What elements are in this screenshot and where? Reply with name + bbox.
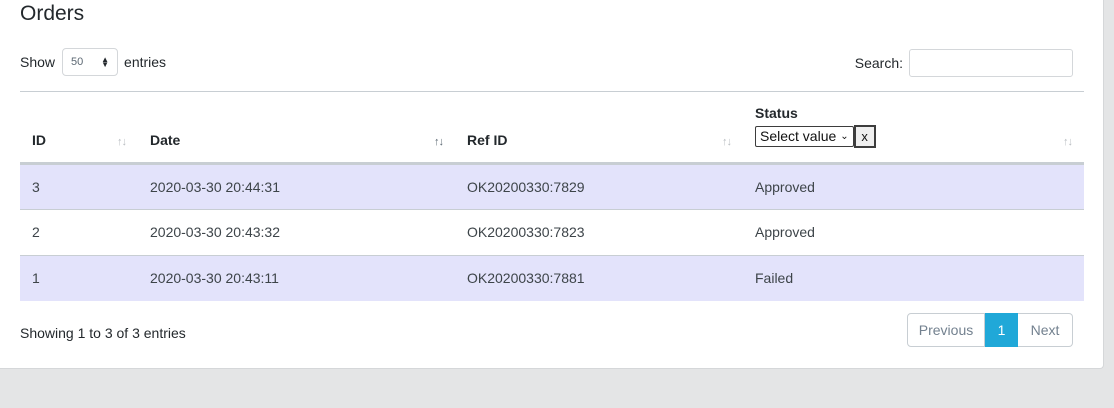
cell-id: 2 — [20, 209, 138, 256]
chevron-down-icon: ⌄ — [840, 130, 849, 142]
cell-date: 2020-03-30 20:43:32 — [138, 209, 455, 256]
status-filter-clear-button[interactable]: x — [853, 124, 876, 148]
orders-card: Orders Show 50 ▲ ▼ entries Search: ID ↑↓ … — [0, 0, 1104, 369]
cell-ref-id: OK20200330:7829 — [455, 163, 743, 210]
cell-ref-id: OK20200330:7823 — [455, 209, 743, 256]
orders-table: ID ↑↓ Date ↑↓ Ref ID ↑↓ Status Select va… — [20, 92, 1084, 301]
cell-date: 2020-03-30 20:44:31 — [138, 163, 455, 210]
show-label: Show — [20, 54, 56, 70]
status-filter-value: Select value — [760, 128, 837, 144]
column-header-id[interactable]: ID ↑↓ — [20, 92, 138, 165]
cell-ref-id: OK20200330:7881 — [455, 255, 743, 301]
column-label: Date — [150, 131, 181, 148]
cell-status: Approved — [743, 209, 1084, 256]
status-filter-select[interactable]: Select value ⌄ — [755, 125, 854, 147]
page-title: Orders — [20, 2, 85, 25]
table-row[interactable]: 2 2020-03-30 20:43:32 OK20200330:7823 Ap… — [20, 209, 1084, 256]
column-label: ID — [32, 131, 46, 148]
cell-id: 3 — [20, 163, 138, 210]
cell-id: 1 — [20, 255, 138, 301]
entries-length-value: 50 — [71, 56, 84, 68]
column-header-date[interactable]: Date ↑↓ — [138, 92, 455, 165]
column-header-ref-id[interactable]: Ref ID ↑↓ — [455, 92, 743, 165]
page-1-button[interactable]: 1 — [985, 313, 1018, 347]
sort-arrows-icon: ↑↓ — [722, 135, 732, 148]
table-header-row: ID ↑↓ Date ↑↓ Ref ID ↑↓ Status Select va… — [20, 92, 1084, 165]
cell-status: Failed — [743, 255, 1084, 301]
column-label: Status — [755, 104, 798, 121]
pagination: Previous 1 Next — [907, 313, 1073, 347]
column-label: Ref ID — [467, 131, 508, 148]
table-row[interactable]: 3 2020-03-30 20:44:31 OK20200330:7829 Ap… — [20, 163, 1084, 210]
next-page-button[interactable]: Next — [1018, 313, 1073, 347]
entries-length-control: Show 50 ▲ ▼ entries — [20, 48, 166, 76]
sort-desc-icon: ↑↓ — [434, 135, 444, 148]
status-filter: Select value ⌄ x — [755, 124, 1072, 148]
cell-date: 2020-03-30 20:43:11 — [138, 255, 455, 301]
search-label: Search: — [854, 55, 903, 71]
cell-status: Approved — [743, 163, 1084, 210]
sort-arrows-icon: ↑↓ — [117, 135, 127, 148]
entries-label: entries — [124, 54, 167, 70]
sort-arrows-icon: ↑↓ — [1063, 135, 1073, 148]
table-info: Showing 1 to 3 of 3 entries — [20, 325, 186, 341]
entries-length-select[interactable]: 50 ▲ ▼ — [62, 48, 119, 76]
column-header-status[interactable]: Status Select value ⌄ x ↑↓ — [743, 92, 1084, 165]
table-row[interactable]: 1 2020-03-30 20:43:11 OK20200330:7881 Fa… — [20, 255, 1084, 301]
search-input[interactable] — [909, 49, 1073, 77]
search-control: Search: — [855, 49, 1073, 77]
previous-page-button[interactable]: Previous — [907, 313, 985, 347]
select-updown-icon: ▲ ▼ — [101, 55, 110, 69]
